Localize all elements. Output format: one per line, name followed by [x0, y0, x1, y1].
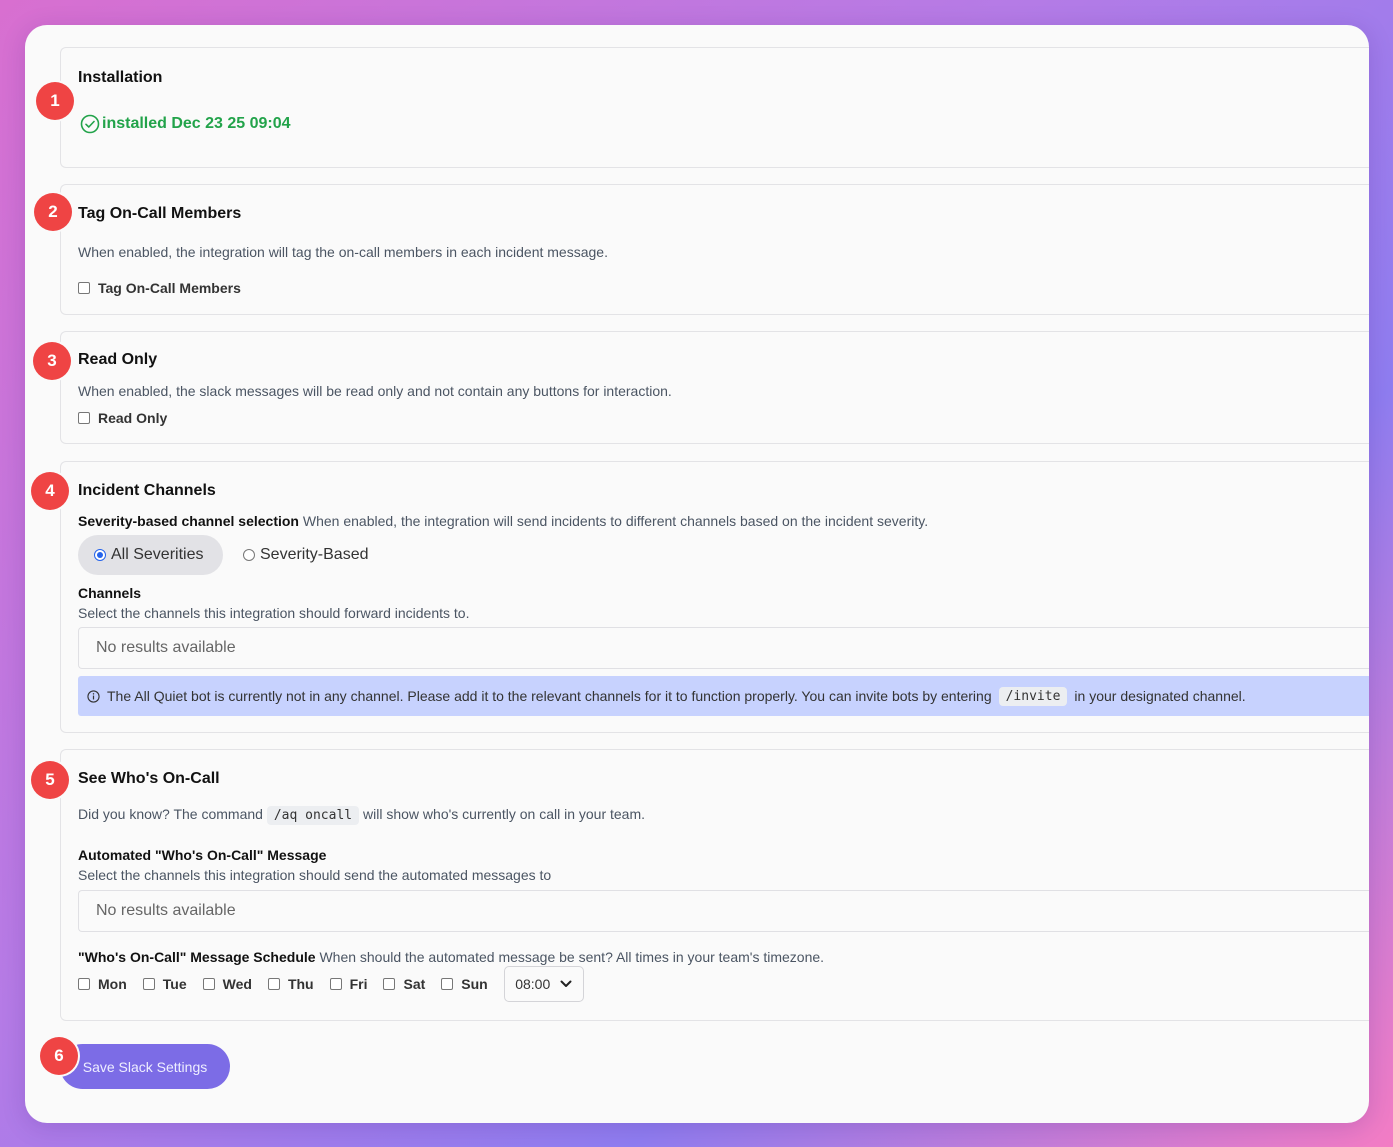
day-sun-label: Sun: [461, 976, 488, 992]
automated-channels-select[interactable]: No results available: [78, 890, 1369, 932]
read-only-checkbox[interactable]: [78, 412, 90, 424]
option-severity-based[interactable]: Severity-Based: [243, 535, 369, 575]
day-tue-label: Tue: [162, 976, 187, 992]
day-mon-label: Mon: [98, 976, 127, 992]
step-badge-4: 4: [31, 472, 69, 510]
bot-info-banner: The All Quiet bot is currently not in an…: [78, 676, 1369, 716]
channels-select-placeholder: No results available: [96, 639, 236, 656]
settings-panel: Installation installed Dec 23 25 09:04 1…: [25, 25, 1369, 1123]
channels-label: Channels: [78, 585, 142, 601]
day-sat-label: Sat: [403, 976, 426, 992]
day-fri[interactable]: Fri: [329, 976, 368, 992]
info-icon: [87, 689, 100, 703]
who-oncall-title: See Who's On-Call: [78, 770, 220, 787]
tag-oncall-checkbox[interactable]: [78, 282, 90, 294]
day-sat-checkbox[interactable]: [383, 978, 396, 990]
day-wed-checkbox[interactable]: [202, 978, 215, 990]
message-schedule-description: When should the automated message be sen…: [319, 949, 825, 965]
read-only-card: Read Only When enabled, the slack messag…: [60, 331, 1369, 444]
severity-based-radio[interactable]: [243, 549, 255, 561]
step-badge-3: 3: [33, 342, 71, 380]
installation-status-text: installed Dec 23 25 09:04: [102, 115, 291, 132]
day-wed[interactable]: Wed: [202, 976, 252, 992]
check-circle-icon: [80, 114, 100, 134]
who-oncall-card: See Who's On-Call Did you know? The comm…: [60, 749, 1369, 1021]
time-select[interactable]: 08:00: [503, 966, 584, 1002]
severity-selection: Severity-based channel selection When en…: [78, 513, 928, 529]
day-tue[interactable]: Tue: [142, 976, 187, 992]
day-thu-checkbox[interactable]: [267, 978, 280, 990]
all-severities-radio[interactable]: [94, 549, 106, 561]
tag-oncall-checkbox-label: Tag On-Call Members: [98, 280, 241, 296]
tag-oncall-checkbox-row[interactable]: Tag On-Call Members: [78, 280, 241, 296]
severity-selection-label: Severity-based channel selection: [78, 513, 299, 529]
incident-channels-card: Incident Channels Severity-based channel…: [60, 461, 1369, 733]
automated-channels-placeholder: No results available: [96, 902, 236, 919]
step-badge-5: 5: [31, 761, 69, 799]
oncall-command-tip: Did you know? The command /aq oncall wil…: [78, 806, 646, 825]
oncall-command-code: /aq oncall: [266, 806, 360, 825]
invite-command-code: /invite: [998, 686, 1068, 706]
save-slack-settings-button[interactable]: Save Slack Settings: [60, 1044, 230, 1089]
day-mon-checkbox[interactable]: [78, 978, 90, 990]
day-thu-label: Thu: [287, 976, 314, 992]
installation-status: installed Dec 23 25 09:04: [80, 114, 291, 134]
step-badge-2: 2: [34, 193, 72, 231]
severity-based-label: Severity-Based: [260, 546, 369, 563]
day-sat[interactable]: Sat: [383, 976, 425, 992]
oncall-tip-text-end: will show who's currently on call in you…: [363, 806, 646, 822]
day-fri-label: Fri: [349, 976, 368, 992]
oncall-tip-text: Did you know? The command: [78, 806, 263, 822]
bot-info-text-end: in your designated channel.: [1074, 688, 1246, 704]
message-schedule-label: "Who's On-Call" Message Schedule: [78, 949, 316, 965]
chevron-down-icon: [560, 980, 572, 987]
option-all-severities[interactable]: All Severities: [78, 535, 223, 575]
day-mon[interactable]: Mon: [78, 976, 127, 992]
tag-oncall-title: Tag On-Call Members: [78, 205, 242, 222]
all-severities-label: All Severities: [111, 546, 204, 563]
day-tue-checkbox[interactable]: [142, 978, 155, 990]
schedule-days: Mon Tue Wed Thu Fri Sat Sun 08:00: [78, 966, 584, 1002]
read-only-checkbox-label: Read Only: [98, 410, 168, 426]
automated-message-label: Automated "Who's On-Call" Message: [78, 847, 327, 863]
bot-info-text: The All Quiet bot is currently not in an…: [107, 688, 992, 704]
read-only-title: Read Only: [78, 351, 158, 368]
read-only-description: When enabled, the slack messages will be…: [78, 383, 672, 399]
day-sun-checkbox[interactable]: [441, 978, 454, 990]
automated-message-description: Select the channels this integration sho…: [78, 867, 552, 883]
channels-select[interactable]: No results available: [78, 627, 1369, 669]
tag-oncall-description: When enabled, the integration will tag t…: [78, 244, 608, 260]
read-only-checkbox-row[interactable]: Read Only: [78, 410, 167, 426]
installation-title: Installation: [78, 69, 163, 86]
step-badge-6: 6: [40, 1037, 78, 1075]
severity-selection-description: When enabled, the integration will send …: [302, 513, 929, 529]
installation-card: Installation installed Dec 23 25 09:04: [60, 47, 1369, 168]
message-schedule: "Who's On-Call" Message Schedule When sh…: [78, 949, 824, 965]
tag-oncall-card: Tag On-Call Members When enabled, the in…: [60, 184, 1369, 315]
day-sun[interactable]: Sun: [441, 976, 488, 992]
day-thu[interactable]: Thu: [267, 976, 314, 992]
day-wed-label: Wed: [222, 976, 252, 992]
day-fri-checkbox[interactable]: [329, 978, 342, 990]
incident-channels-title: Incident Channels: [78, 482, 216, 499]
channels-description: Select the channels this integration sho…: [78, 605, 470, 621]
time-select-value: 08:00: [515, 976, 551, 992]
step-badge-1: 1: [36, 82, 74, 120]
